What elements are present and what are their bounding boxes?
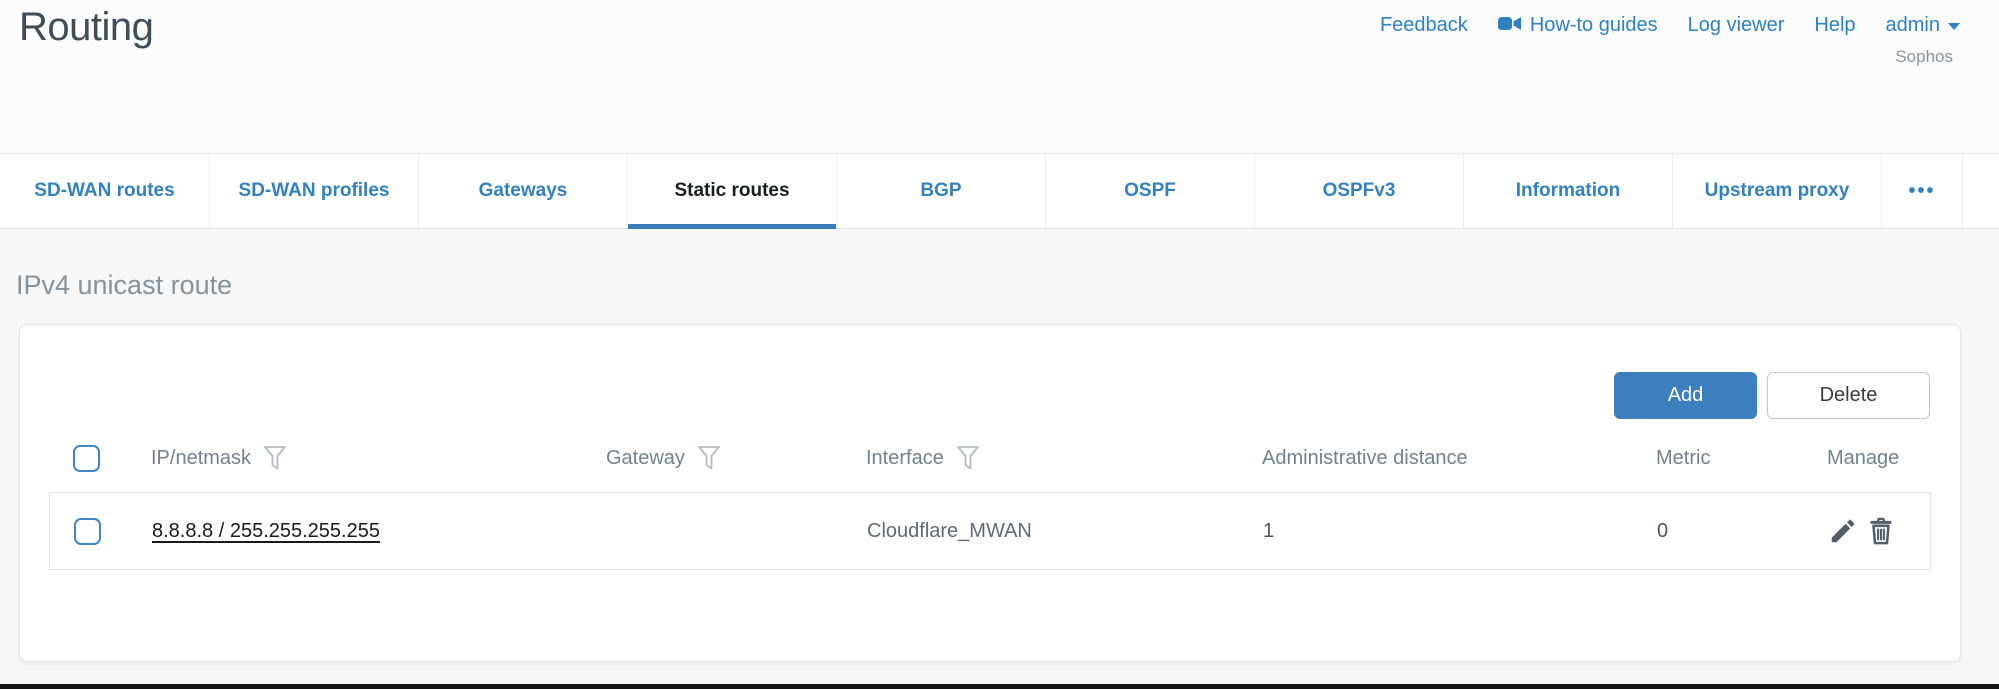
- tab-sd-wan-routes[interactable]: SD-WAN routes: [0, 154, 209, 228]
- column-header-admin-distance-label: Administrative distance: [1262, 447, 1468, 470]
- cell-ip-netmask: 8.8.8.8 / 255.255.255.255: [128, 520, 583, 543]
- tab-ospfv3[interactable]: OSPFv3: [1254, 154, 1463, 228]
- column-header-metric-label: Metric: [1656, 447, 1710, 470]
- video-camera-icon: [1498, 14, 1522, 37]
- row-checkbox-cell: [50, 518, 128, 545]
- column-header-manage: Manage: [1803, 447, 1931, 470]
- delete-button[interactable]: Delete: [1767, 372, 1930, 419]
- caret-down-icon: [1948, 14, 1960, 37]
- column-header-metric: Metric: [1632, 447, 1803, 470]
- tab-overflow-ellipsis-icon[interactable]: •••: [1881, 154, 1963, 228]
- table-header-row: IP/netmask Gateway Interface Administrat…: [49, 433, 1931, 483]
- filter-icon[interactable]: [956, 445, 980, 471]
- tab-bar: SD-WAN routes SD-WAN profiles Gateways S…: [0, 153, 1999, 229]
- delete-trash-icon[interactable]: [1867, 516, 1895, 546]
- tab-ospf[interactable]: OSPF: [1045, 154, 1254, 228]
- howto-guides-link-label: How-to guides: [1530, 14, 1658, 37]
- feedback-link[interactable]: Feedback: [1380, 14, 1468, 37]
- admin-menu[interactable]: admin: [1886, 14, 1960, 37]
- log-viewer-link-label: Log viewer: [1688, 14, 1785, 37]
- bottom-edge-bar: [0, 684, 1999, 689]
- column-header-ip-netmask: IP/netmask: [127, 445, 582, 471]
- cell-interface: Cloudflare_MWAN: [843, 520, 1239, 543]
- page-title: Routing: [19, 5, 153, 50]
- header-checkbox-cell: [49, 445, 127, 472]
- select-all-checkbox[interactable]: [73, 445, 100, 472]
- help-link[interactable]: Help: [1814, 14, 1855, 37]
- howto-guides-link[interactable]: How-to guides: [1498, 14, 1658, 37]
- section-heading: IPv4 unicast route: [16, 270, 232, 301]
- cell-admin-distance: 1: [1239, 520, 1633, 543]
- table-toolbar: Add Delete: [1614, 372, 1930, 419]
- column-header-admin-distance: Administrative distance: [1238, 447, 1632, 470]
- log-viewer-link[interactable]: Log viewer: [1688, 14, 1785, 37]
- feedback-link-label: Feedback: [1380, 14, 1468, 37]
- tab-information[interactable]: Information: [1463, 154, 1672, 228]
- tab-gateways[interactable]: Gateways: [418, 154, 627, 228]
- cell-manage: [1804, 516, 1932, 546]
- top-navigation: Feedback How-to guides Log viewer Help a…: [1380, 14, 1960, 37]
- tab-static-routes[interactable]: Static routes: [627, 154, 836, 228]
- admin-menu-label: admin: [1886, 14, 1940, 37]
- add-button[interactable]: Add: [1614, 372, 1757, 419]
- column-header-gateway-label: Gateway: [606, 447, 685, 470]
- column-header-gateway: Gateway: [582, 445, 842, 471]
- table-row: 8.8.8.8 / 255.255.255.255 Cloudflare_MWA…: [49, 492, 1931, 570]
- column-header-ip-netmask-label: IP/netmask: [151, 447, 251, 470]
- column-header-interface-label: Interface: [866, 447, 944, 470]
- cell-metric: 0: [1633, 520, 1804, 543]
- row-checkbox[interactable]: [74, 518, 101, 545]
- content-area: IPv4 unicast route Add Delete IP/netmask…: [0, 230, 1999, 689]
- column-header-manage-label: Manage: [1827, 447, 1899, 470]
- tab-sd-wan-profiles[interactable]: SD-WAN profiles: [209, 154, 418, 228]
- route-link[interactable]: 8.8.8.8 / 255.255.255.255: [152, 520, 380, 542]
- help-link-label: Help: [1814, 14, 1855, 37]
- filter-icon[interactable]: [697, 445, 721, 471]
- edit-pencil-icon[interactable]: [1828, 516, 1858, 546]
- page-header: Routing Feedback How-to guides Log viewe…: [0, 0, 1999, 153]
- tab-bgp[interactable]: BGP: [836, 154, 1045, 228]
- filter-icon[interactable]: [263, 445, 287, 471]
- column-header-interface: Interface: [842, 445, 1238, 471]
- tab-upstream-proxy[interactable]: Upstream proxy: [1672, 154, 1881, 228]
- brand-label: Sophos: [1895, 47, 1953, 67]
- ipv4-unicast-route-card: Add Delete IP/netmask Gateway Interfac: [19, 324, 1961, 662]
